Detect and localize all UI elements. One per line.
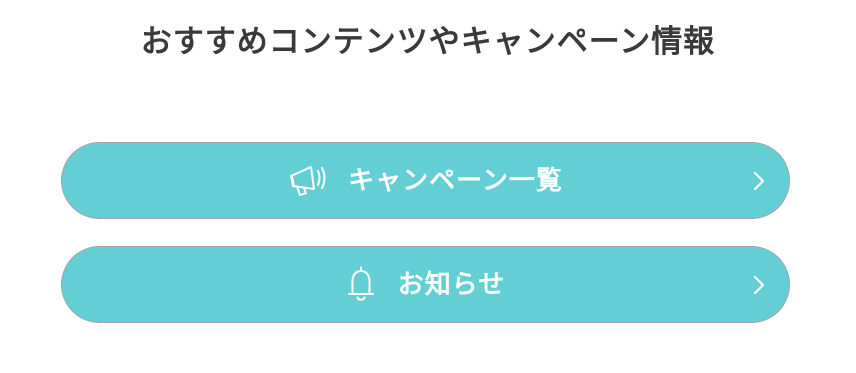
campaign-list-label: キャンペーン一覧	[348, 165, 563, 196]
section-title: おすすめコンテンツやキャンペーン情報	[140, 24, 716, 60]
chevron-right-icon	[753, 275, 765, 294]
campaign-list-button-content: キャンペーン一覧	[288, 163, 563, 199]
megaphone-icon	[288, 163, 330, 199]
news-button[interactable]: お知らせ	[61, 246, 790, 323]
chevron-right-icon	[753, 171, 765, 190]
campaign-list-button[interactable]: キャンペーン一覧	[61, 142, 790, 219]
bell-icon	[346, 266, 376, 304]
news-button-content: お知らせ	[346, 266, 505, 304]
news-label: お知らせ	[397, 269, 506, 300]
